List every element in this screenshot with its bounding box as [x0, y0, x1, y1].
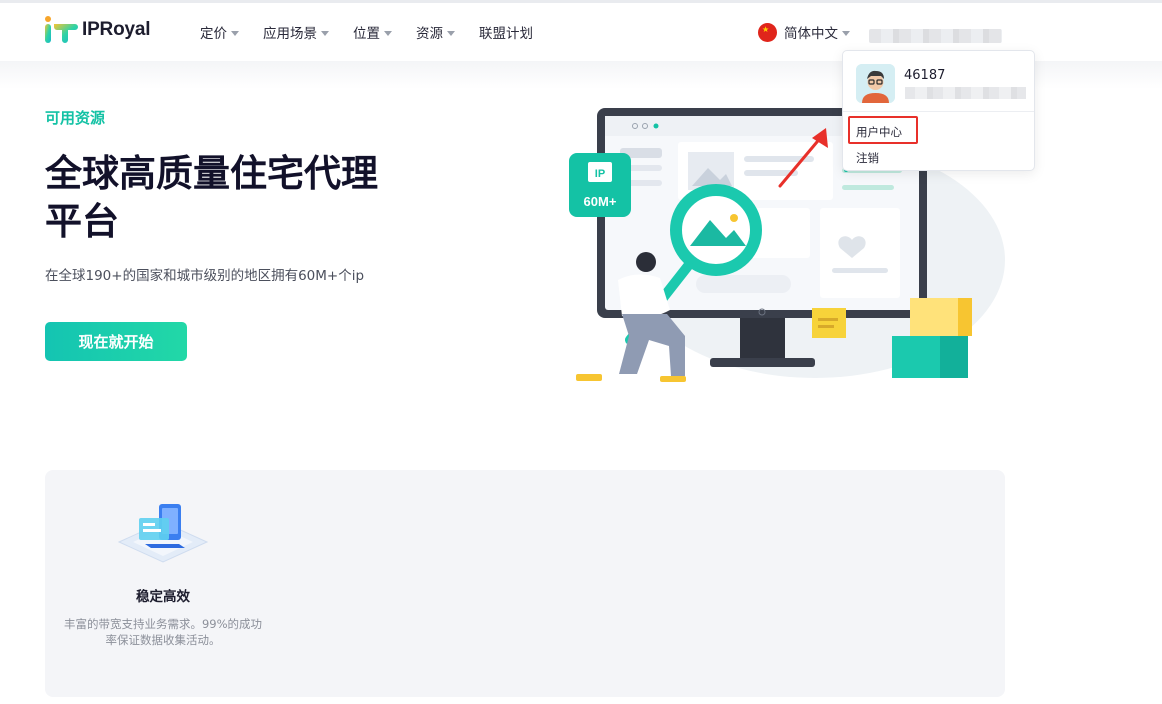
brand-name: IPRoyal: [82, 19, 151, 40]
caret-down-icon: [842, 30, 850, 36]
iproyal-logo-icon: [45, 16, 78, 43]
ip-badge-count: 60M+: [584, 194, 617, 209]
caret-down-icon: [384, 30, 392, 36]
caret-down-icon: [447, 30, 455, 36]
user-id: 46187: [904, 68, 946, 83]
language-selector[interactable]: ★ 简体中文: [758, 22, 850, 42]
feature-title: 稳定高效: [136, 589, 190, 605]
feature-item: 稳定高效 丰富的带宽支持业务需求。99%的成功率保证数据收集活动。: [45, 470, 281, 697]
nav-label: 定价: [200, 26, 227, 42]
nav-label: 位置: [353, 26, 380, 42]
logo[interactable]: IPRoyal: [44, 15, 150, 45]
user-dropdown-menu: 46187 用户中心 注销: [842, 50, 1035, 171]
get-started-button[interactable]: 现在就开始: [45, 322, 187, 361]
nav-label: 联盟计划: [479, 26, 533, 42]
nav-resources[interactable]: 资源: [416, 22, 455, 42]
language-label: 简体中文: [784, 26, 838, 42]
nav-affiliate[interactable]: 联盟计划: [479, 22, 533, 42]
main-nav: 定价 应用场景 位置 资源 联盟计划: [200, 22, 557, 42]
hero-title: 全球高质量住宅代理 平台: [45, 150, 445, 246]
caret-down-icon: [321, 30, 329, 36]
hero-title-line1: 全球高质量住宅代理: [45, 152, 378, 195]
nav-label: 资源: [416, 26, 443, 42]
hero-tag: 可用资源: [45, 109, 106, 127]
logout-menu-item[interactable]: 注销: [856, 150, 879, 166]
caret-down-icon: [231, 30, 239, 36]
device-cards-icon: [117, 504, 209, 563]
account-name-blurred[interactable]: [869, 29, 1002, 43]
hero-title-line2: 平台: [45, 200, 119, 243]
features-card: 稳定高效 丰富的带宽支持业务需求。99%的成功率保证数据收集活动。: [45, 470, 1005, 697]
user-avatar-icon: [856, 64, 895, 103]
user-email-blurred: [905, 87, 1026, 99]
ip-badge-label: IP: [595, 168, 605, 180]
menu-divider: [843, 111, 1034, 112]
nav-pricing[interactable]: 定价: [200, 22, 239, 42]
china-flag-icon: ★: [758, 22, 777, 42]
nav-use-cases[interactable]: 应用场景: [263, 22, 329, 42]
nav-label: 应用场景: [263, 26, 317, 42]
annotation-arrow-icon: [778, 128, 828, 188]
highlight-box: [848, 116, 918, 144]
avatar[interactable]: [856, 64, 895, 103]
hero-subtitle: 在全球190+的国家和城市级别的地区拥有60M+个ip: [45, 268, 365, 284]
feature-description: 丰富的带宽支持业务需求。99%的成功率保证数据收集活动。: [63, 617, 263, 647]
nav-locations[interactable]: 位置: [353, 22, 392, 42]
